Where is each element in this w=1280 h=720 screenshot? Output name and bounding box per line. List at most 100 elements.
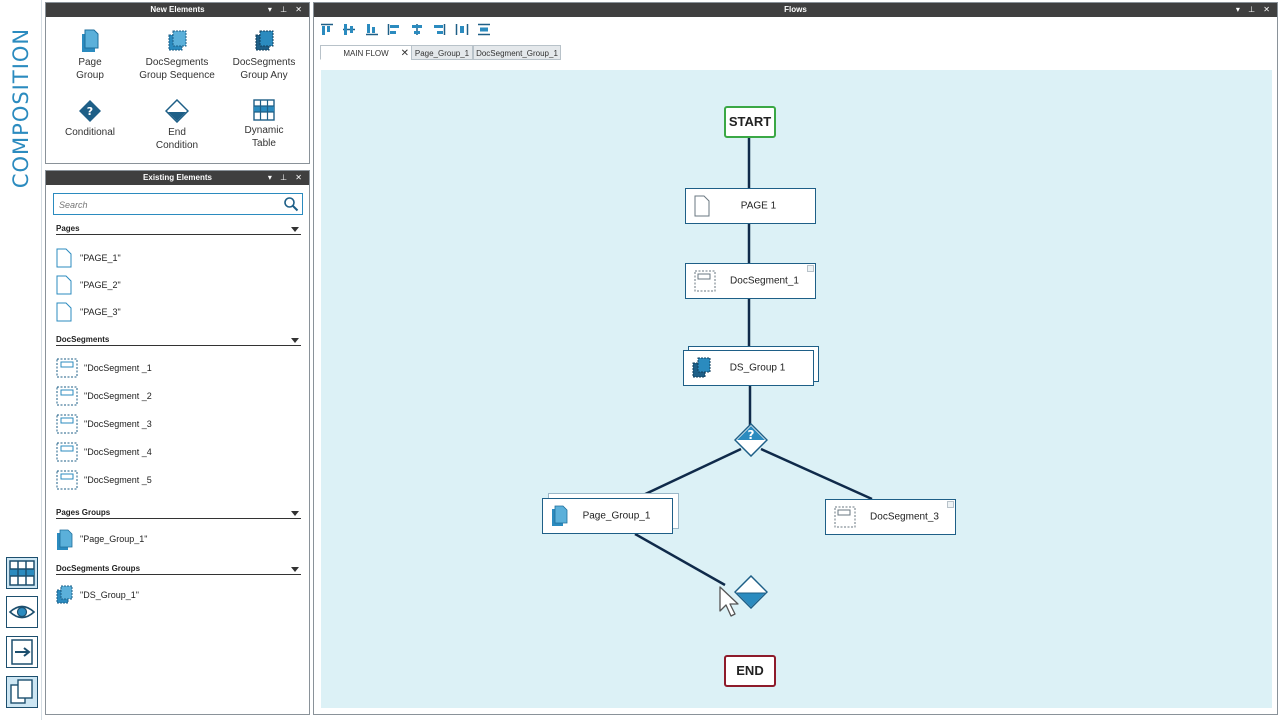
list-item-label: "Page_Group_1" [80, 534, 148, 544]
tab-main-flow[interactable]: MAIN FLOW ✕ [320, 45, 412, 60]
flow-canvas[interactable]: START PAGE 1 DocSegment_1 DS_Group 1 ? P… [321, 70, 1272, 708]
preview-button[interactable] [6, 596, 38, 628]
new-end-condition-label-2: Condition [155, 140, 199, 151]
conditional-node[interactable]: ? [734, 423, 768, 457]
list-item-page-1[interactable]: "PAGE_1" [56, 248, 296, 268]
align-right-icon[interactable] [432, 23, 446, 36]
pages-groups-section-title: Pages Groups [56, 508, 111, 517]
start-label: START [728, 114, 772, 129]
list-item-label: "DocSegment _4 [84, 447, 152, 457]
docsegment-icon [56, 358, 78, 378]
list-item-label: "DocSegment _2 [84, 391, 152, 401]
list-item-page-2[interactable]: "PAGE_2" [56, 275, 296, 295]
new-docsegments-any-label-1: DocSegments [232, 57, 296, 68]
list-item-docsegment-2[interactable]: "DocSegment _2 [56, 386, 296, 406]
new-docsegments-sequence-label-1: DocSegments [145, 57, 209, 68]
node-label: DS_Group 1 [729, 362, 786, 374]
new-page-group-label-2: Group [76, 70, 104, 81]
list-item-page-3[interactable]: "PAGE_3" [56, 302, 296, 322]
chevron-down-icon[interactable] [291, 338, 299, 343]
docsegment-icon [56, 386, 78, 406]
pages-section-title: Pages [56, 224, 80, 233]
new-docsegments-sequence-label-2: Group Sequence [139, 70, 215, 81]
new-page-group[interactable]: Page Group [48, 29, 132, 82]
chevron-down-icon[interactable] [291, 511, 299, 516]
pages-button[interactable] [6, 676, 38, 708]
align-top-icon[interactable] [320, 23, 334, 36]
docsegment-icon [56, 470, 78, 490]
docsegments-groups-section-title: DocSegments Groups [56, 564, 141, 573]
list-item-page-group-1[interactable]: "Page_Group_1" [56, 529, 296, 550]
ds-group-icon [56, 585, 73, 604]
existing-elements-title: Existing Elements [143, 173, 212, 182]
node-label: PAGE 1 [740, 200, 777, 212]
end-node[interactable]: END [724, 655, 776, 687]
search-icon[interactable] [283, 196, 299, 212]
list-item-label: "PAGE_3" [80, 307, 121, 317]
docsegments-group-any-icon [255, 30, 274, 51]
tab-label: MAIN FLOW [343, 49, 389, 58]
start-node[interactable]: START [724, 106, 776, 138]
new-elements-panel: New Elements ▾ ⊥ ✕ Page Group DocSegment… [45, 2, 310, 164]
tab-page-group-1[interactable]: Page_Group_1 [411, 45, 473, 60]
new-docsegments-any-label-2: Group Any [240, 70, 288, 81]
list-item-docsegment-1[interactable]: "DocSegment _1 [56, 358, 296, 378]
new-conditional[interactable]: ? Conditional [48, 99, 132, 139]
existing-elements-panel: Existing Elements ▾ ⊥ ✕ Pages "PAGE_1" "… [45, 170, 310, 715]
new-page-group-label-1: Page [78, 57, 102, 68]
new-dynamic-table[interactable]: Dynamic Table [222, 99, 306, 150]
list-item-label: "PAGE_2" [80, 280, 121, 290]
distribute-vertical-icon[interactable] [477, 23, 491, 36]
docsegments-groups-section-header[interactable]: DocSegments Groups [56, 564, 301, 575]
align-bottom-icon[interactable] [365, 23, 379, 36]
pages-icon [10, 679, 33, 704]
new-docsegments-group-any[interactable]: DocSegments Group Any [222, 29, 306, 82]
node-corner-icon [947, 501, 954, 508]
search-input[interactable] [57, 197, 277, 212]
docsegment-3-node[interactable]: DocSegment_3 [825, 499, 956, 535]
page-icon [56, 302, 72, 322]
pages-section-header[interactable]: Pages [56, 224, 301, 235]
composition-title: COMPOSITION [9, 27, 33, 189]
list-item-docsegment-5[interactable]: "DocSegment _5 [56, 470, 296, 490]
panel-controls[interactable]: ▾ ⊥ ✕ [268, 171, 305, 185]
pages-groups-section-header[interactable]: Pages Groups [56, 508, 301, 519]
list-item-label: "PAGE_1" [80, 253, 121, 263]
new-end-condition-label-1: End [168, 127, 186, 138]
list-item-docsegment-3[interactable]: "DocSegment _3 [56, 414, 296, 434]
table-view-icon [9, 560, 35, 586]
end-label: END [736, 663, 764, 678]
composition-rail: COMPOSITION [0, 0, 42, 720]
search-box[interactable] [53, 193, 303, 215]
close-icon[interactable]: ✕ [401, 46, 409, 61]
list-item-ds-group-1[interactable]: "DS_Group_1" [56, 585, 296, 605]
distribute-horizontal-icon[interactable] [455, 23, 469, 36]
flows-title: Flows [784, 5, 807, 14]
panel-controls[interactable]: ▾ ⊥ ✕ [1236, 3, 1273, 17]
list-item-label: "DS_Group_1" [80, 590, 139, 600]
ds-group-1-node[interactable]: DS_Group 1 [683, 350, 814, 386]
tab-docsegment-group-1[interactable]: DocSegment_Group_1 [473, 45, 561, 60]
docsegment-1-node[interactable]: DocSegment_1 [685, 263, 816, 299]
page-1-node[interactable]: PAGE 1 [685, 188, 816, 224]
flows-panel: Flows ▾ ⊥ ✕ MAIN FLOW ✕ Page_Group_1 Doc… [313, 2, 1278, 715]
chevron-down-icon[interactable] [291, 227, 299, 232]
panel-controls[interactable]: ▾ ⊥ ✕ [268, 3, 305, 17]
export-icon [11, 639, 33, 665]
align-left-icon[interactable] [387, 23, 401, 36]
table-view-button[interactable] [6, 557, 38, 589]
chevron-down-icon[interactable] [291, 567, 299, 572]
export-button[interactable] [6, 636, 38, 668]
new-dynamic-table-label-2: Table [252, 138, 276, 149]
align-center-icon[interactable] [410, 23, 424, 36]
align-middle-icon[interactable] [342, 23, 356, 36]
svg-text:?: ? [87, 105, 93, 118]
new-conditional-label: Conditional [64, 127, 116, 138]
new-elements-title: New Elements [150, 5, 205, 14]
page-group-1-node[interactable]: Page_Group_1 [542, 498, 673, 534]
new-docsegments-group-sequence[interactable]: DocSegments Group Sequence [135, 29, 219, 82]
docsegments-section-header[interactable]: DocSegments [56, 335, 301, 346]
new-end-condition[interactable]: End Condition [135, 99, 219, 152]
list-item-docsegment-4[interactable]: "DocSegment _4 [56, 442, 296, 462]
page-icon [56, 275, 72, 295]
